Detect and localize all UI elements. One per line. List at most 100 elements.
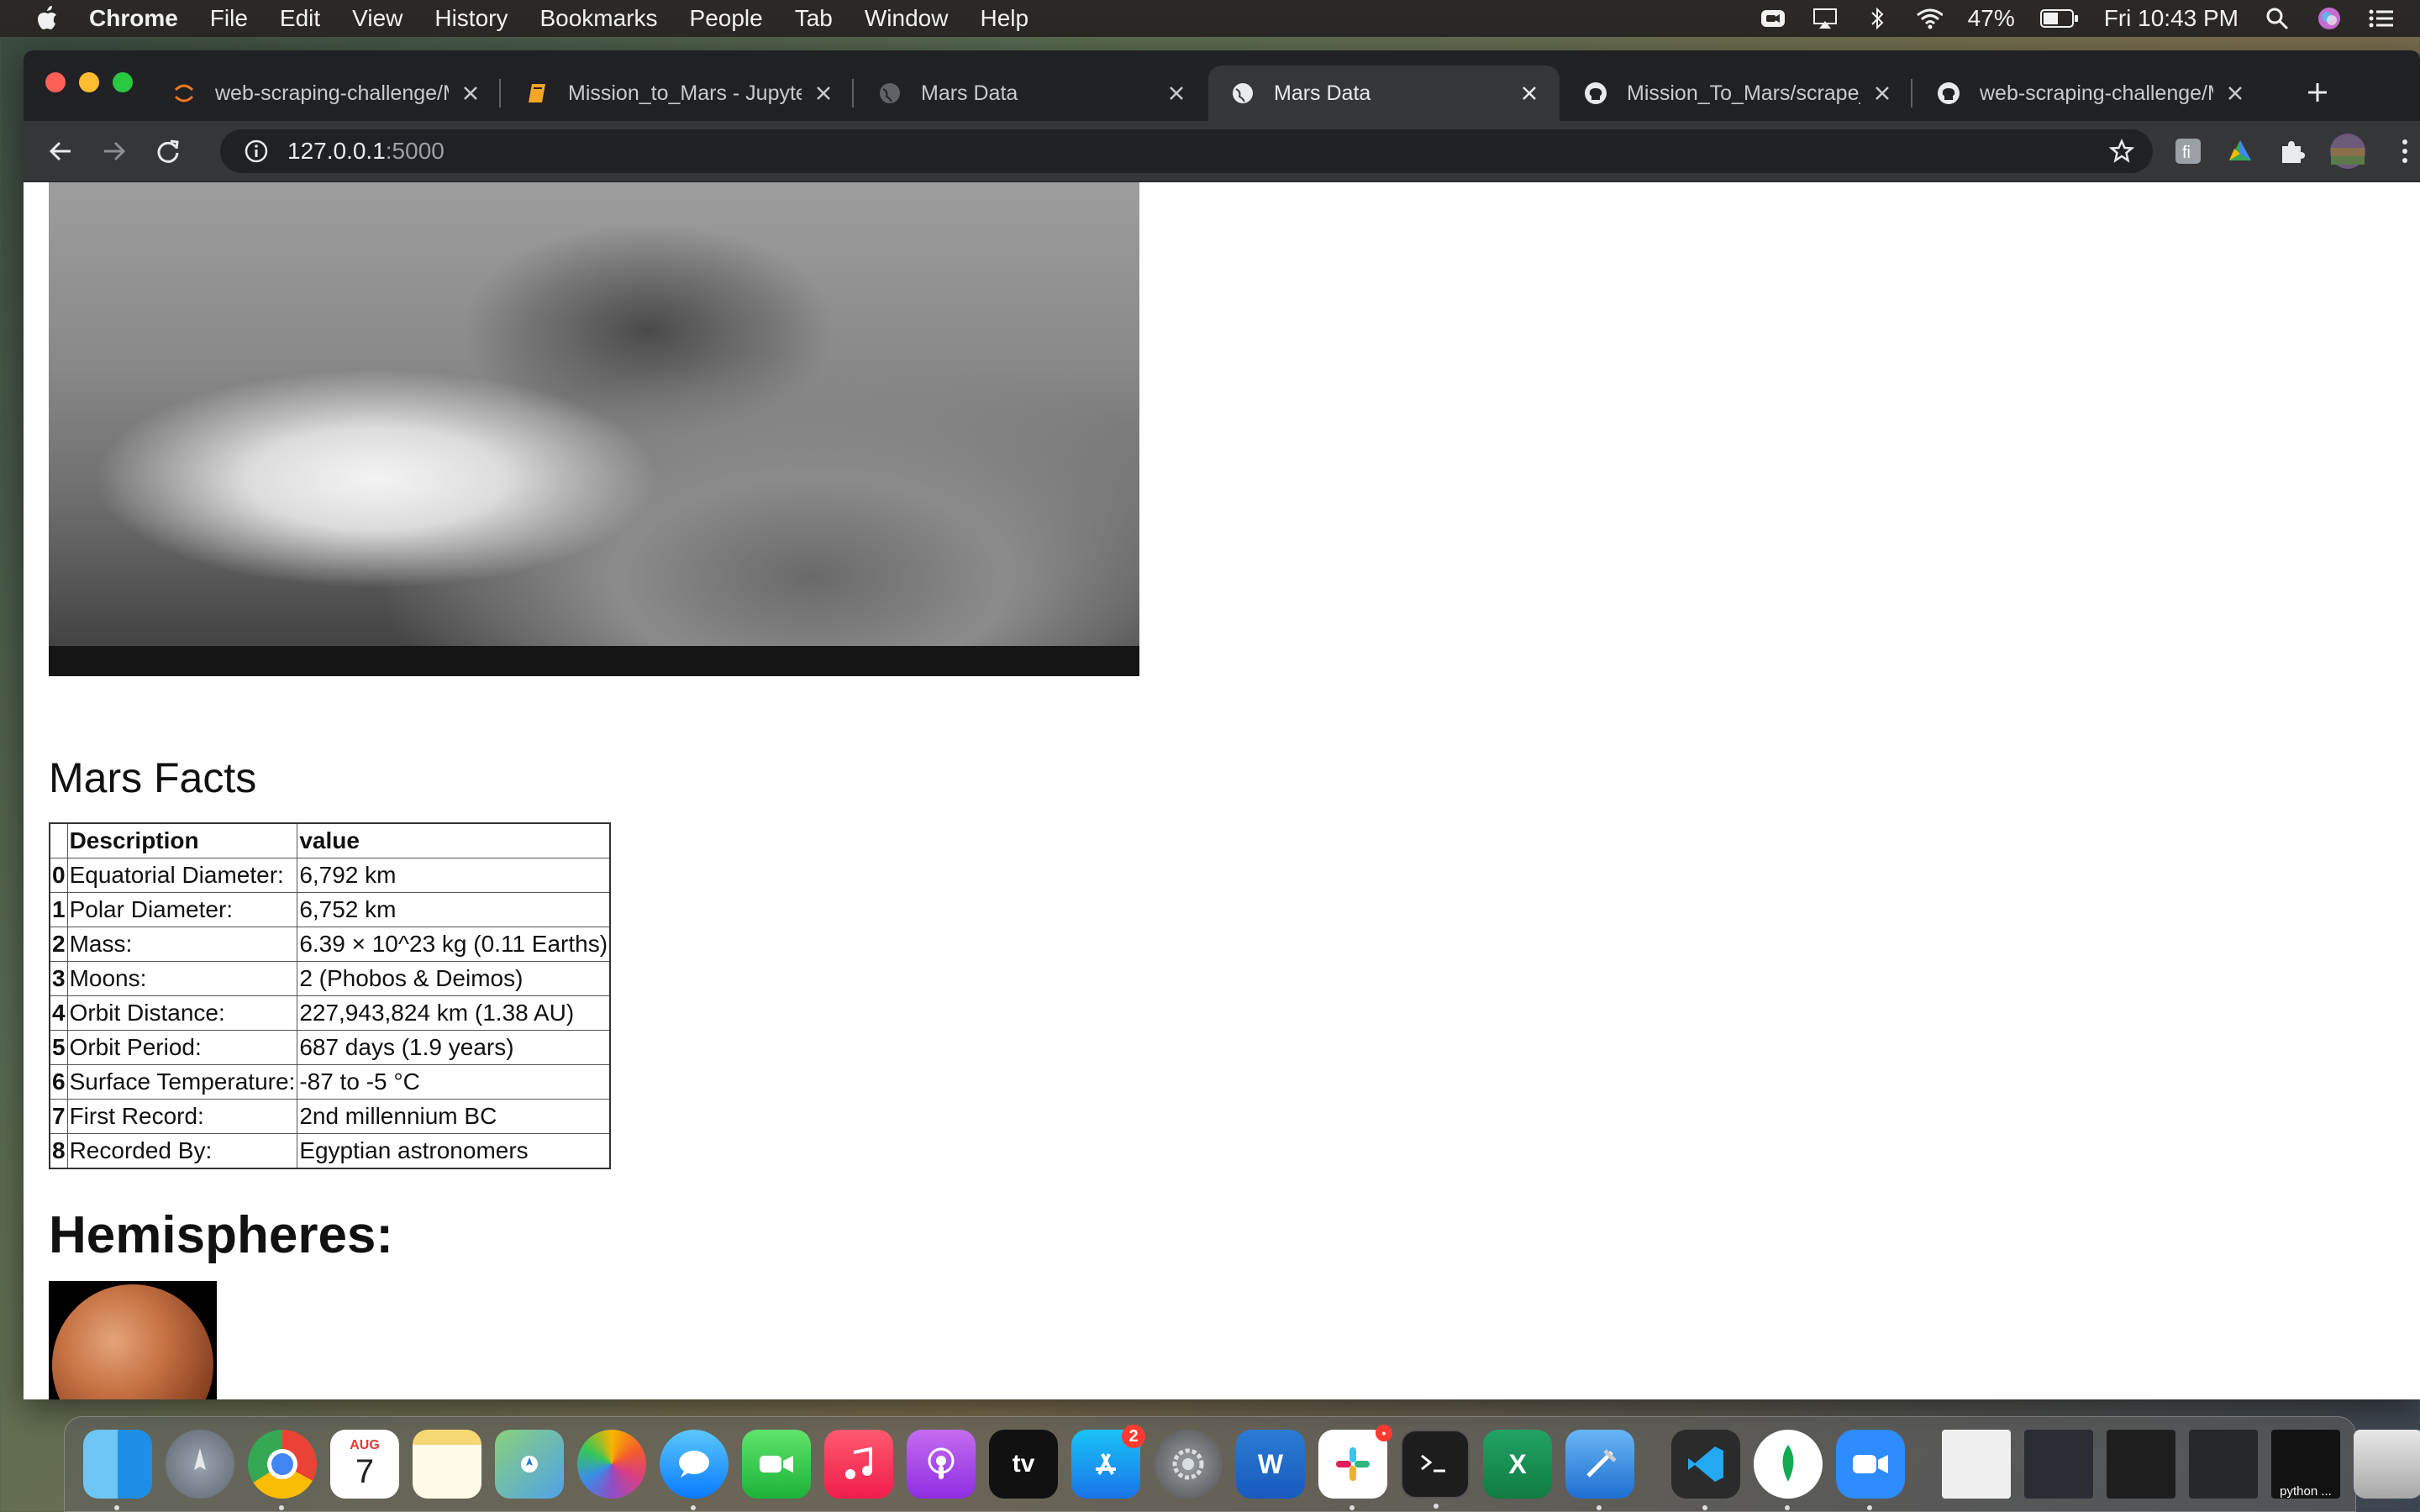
maps-icon[interactable] bbox=[495, 1430, 564, 1499]
csv-document-icon[interactable] bbox=[1942, 1430, 2011, 1499]
tab-1[interactable]: web-scraping-challenge/M bbox=[150, 66, 501, 121]
menu-history[interactable]: History bbox=[434, 5, 508, 32]
menu-help[interactable]: Help bbox=[980, 5, 1028, 32]
close-window-button[interactable] bbox=[45, 72, 66, 92]
tab-4-active[interactable]: Mars Data bbox=[1208, 66, 1560, 121]
close-tab-icon[interactable] bbox=[1165, 81, 1188, 105]
photos-icon[interactable] bbox=[577, 1430, 646, 1499]
tab-title: Mission_To_Mars/scrape_m bbox=[1627, 81, 1860, 105]
tab-strip: web-scraping-challenge/M Mission_to_Mars… bbox=[24, 50, 2420, 121]
xcode-icon[interactable] bbox=[1565, 1430, 1634, 1510]
back-button[interactable] bbox=[44, 134, 77, 168]
messages-icon[interactable] bbox=[660, 1430, 729, 1510]
row-description: Equatorial Diameter: bbox=[66, 858, 298, 893]
menubar-clock[interactable]: Fri 10:43 PM bbox=[2104, 5, 2238, 32]
slack-icon[interactable]: • bbox=[1318, 1425, 1392, 1510]
row-value: 6,792 km bbox=[297, 858, 611, 893]
running-indicator bbox=[1867, 1505, 1872, 1510]
python-terminal-thumbnail[interactable]: python ... bbox=[2271, 1430, 2340, 1499]
close-tab-icon[interactable] bbox=[812, 81, 835, 105]
close-tab-icon[interactable] bbox=[1870, 81, 1894, 105]
appletv-icon[interactable]: tv bbox=[989, 1430, 1058, 1499]
spotlight-search-icon[interactable] bbox=[2264, 5, 2291, 32]
facetime-icon[interactable] bbox=[742, 1430, 811, 1499]
row-index: 0 bbox=[49, 858, 68, 893]
extensions-puzzle-icon[interactable] bbox=[2277, 136, 2307, 166]
row-value: 6,752 km bbox=[297, 892, 611, 927]
launchpad-icon[interactable] bbox=[166, 1430, 234, 1499]
tab-separator bbox=[852, 79, 854, 108]
battery-percent: 47% bbox=[1967, 5, 2015, 31]
trash-icon[interactable] bbox=[2354, 1430, 2420, 1499]
row-value: Egyptian astronomers bbox=[297, 1133, 611, 1169]
menu-edit[interactable]: Edit bbox=[280, 5, 320, 32]
app-store-icon[interactable]: 2 bbox=[1071, 1425, 1145, 1499]
row-description: Moons: bbox=[66, 961, 298, 996]
address-bar[interactable]: 127.0.0.1:5000 bbox=[220, 129, 2153, 173]
site-info-icon[interactable] bbox=[244, 139, 269, 164]
siri-icon[interactable] bbox=[2316, 5, 2343, 32]
menu-view[interactable]: View bbox=[352, 5, 402, 32]
row-index: 1 bbox=[49, 892, 68, 927]
close-tab-icon[interactable] bbox=[2223, 81, 2247, 105]
zoom-window-button[interactable] bbox=[113, 72, 133, 92]
menu-app-name[interactable]: Chrome bbox=[89, 5, 178, 32]
row-description: Orbit Period: bbox=[66, 1030, 298, 1065]
notes-icon[interactable] bbox=[413, 1430, 481, 1499]
word-icon[interactable]: W bbox=[1236, 1430, 1305, 1499]
slack-badge-icon: • bbox=[1376, 1425, 1392, 1441]
appletv-label: tv bbox=[1012, 1450, 1035, 1478]
forward-button[interactable] bbox=[97, 134, 131, 168]
bookmark-star-icon[interactable] bbox=[2109, 139, 2134, 164]
row-value: 2nd millennium BC bbox=[297, 1099, 611, 1134]
battery-icon[interactable] bbox=[2039, 5, 2079, 32]
featured-mars-image bbox=[49, 182, 1139, 676]
bluetooth-icon[interactable] bbox=[1864, 5, 1891, 32]
close-tab-icon[interactable] bbox=[1518, 81, 1541, 105]
menu-people[interactable]: People bbox=[690, 5, 763, 32]
airplay-icon[interactable] bbox=[1812, 5, 1839, 32]
terminal-icon[interactable] bbox=[1401, 1430, 1470, 1509]
mongodb-compass-icon[interactable] bbox=[1754, 1430, 1823, 1510]
chrome-icon[interactable] bbox=[248, 1430, 317, 1510]
new-tab-button[interactable] bbox=[2301, 76, 2334, 109]
row-index: 3 bbox=[49, 961, 68, 996]
menu-tab[interactable]: Tab bbox=[795, 5, 833, 32]
macos-dock: AUG 7 tv 2 W • X python ... bbox=[64, 1416, 2420, 1512]
tab-5[interactable]: Mission_To_Mars/scrape_m bbox=[1561, 66, 1912, 121]
excel-icon[interactable]: X bbox=[1483, 1430, 1552, 1499]
word-label: W bbox=[1257, 1448, 1284, 1479]
menu-window[interactable]: Window bbox=[865, 5, 949, 32]
menu-bookmarks[interactable]: Bookmarks bbox=[539, 5, 657, 32]
zoom-icon[interactable] bbox=[1836, 1430, 1905, 1510]
wifi-icon[interactable] bbox=[1916, 5, 1943, 32]
podcasts-icon[interactable] bbox=[907, 1430, 976, 1499]
calendar-icon[interactable]: AUG 7 bbox=[330, 1430, 399, 1499]
close-tab-icon[interactable] bbox=[459, 81, 482, 105]
screenshot-thumbnail-2[interactable] bbox=[2107, 1430, 2175, 1499]
vscode-icon[interactable] bbox=[1671, 1430, 1740, 1510]
menu-file[interactable]: File bbox=[210, 5, 248, 32]
minimize-window-button[interactable] bbox=[79, 72, 99, 92]
screenshot-thumbnail-3[interactable] bbox=[2189, 1430, 2258, 1499]
row-value: 6.39 × 10^23 kg (0.11 Earths) bbox=[297, 927, 611, 962]
tab-3[interactable]: Mars Data bbox=[855, 66, 1207, 121]
notification-center-icon[interactable] bbox=[2368, 5, 2395, 32]
tab-2[interactable]: Mission_to_Mars - Jupyter bbox=[502, 66, 854, 121]
row-index: 8 bbox=[49, 1133, 68, 1169]
url-host: 127.0.0.1 bbox=[287, 138, 386, 164]
value-header: value bbox=[297, 822, 611, 858]
zoom-status-icon[interactable] bbox=[1760, 5, 1786, 32]
chrome-menu-icon[interactable] bbox=[2390, 136, 2420, 166]
table-row: 5 Orbit Period: 687 days (1.9 years) bbox=[49, 1030, 611, 1065]
extension-icon[interactable]: fi bbox=[2173, 136, 2203, 166]
profile-avatar[interactable] bbox=[2329, 133, 2366, 170]
extension-color-icon[interactable] bbox=[2225, 136, 2255, 166]
apple-icon[interactable] bbox=[34, 5, 60, 32]
system-preferences-icon[interactable] bbox=[1154, 1430, 1223, 1499]
tab-6[interactable]: web-scraping-challenge/M bbox=[1914, 66, 2265, 121]
finder-icon[interactable] bbox=[83, 1430, 152, 1510]
reload-button[interactable] bbox=[151, 134, 185, 168]
screenshot-thumbnail-1[interactable] bbox=[2024, 1430, 2093, 1499]
music-icon[interactable] bbox=[824, 1430, 893, 1499]
